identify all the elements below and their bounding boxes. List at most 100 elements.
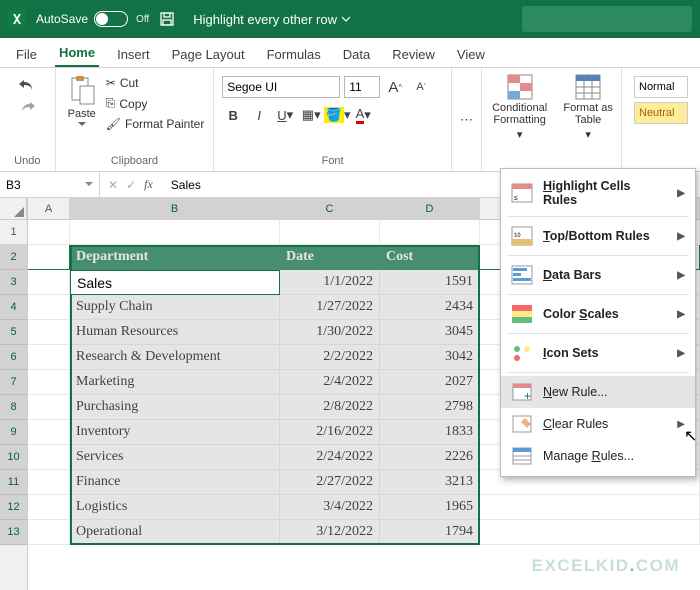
table-cell[interactable]: 2/27/2022 <box>280 470 380 495</box>
format-as-table-button[interactable]: Format as Table▾ <box>559 72 617 167</box>
table-cell[interactable]: 3045 <box>380 320 480 345</box>
row-header[interactable]: 13 <box>0 520 27 545</box>
row-header[interactable]: 4 <box>0 295 27 320</box>
search-box[interactable] <box>522 6 692 32</box>
bold-icon[interactable]: B <box>222 104 244 126</box>
menu-highlight-cells-rules[interactable]: ≤ HHighlight Cells Rulesighlight Cells R… <box>501 173 695 213</box>
table-cell[interactable]: 2/16/2022 <box>280 420 380 445</box>
svg-text:10: 10 <box>514 233 521 239</box>
decrease-font-icon[interactable]: Aˇ <box>410 76 432 98</box>
tab-file[interactable]: File <box>12 41 41 67</box>
font-name-select[interactable] <box>222 76 340 98</box>
table-cell[interactable]: 1591 <box>380 270 480 295</box>
table-cell[interactable]: Supply Chain <box>70 295 280 320</box>
table-cell[interactable]: Finance <box>70 470 280 495</box>
cut-button[interactable]: ✂ Cut <box>106 74 205 92</box>
row-header[interactable]: 3 <box>0 270 27 295</box>
conditional-formatting-button[interactable]: Conditional Formatting▾ <box>486 72 553 167</box>
table-cell[interactable]: Research & Development <box>70 345 280 370</box>
formula-value[interactable]: Sales <box>171 178 201 192</box>
row-header[interactable]: 7 <box>0 370 27 395</box>
tab-page-layout[interactable]: Page Layout <box>168 41 249 67</box>
row-header[interactable]: 12 <box>0 495 27 520</box>
table-cell[interactable]: Marketing <box>70 370 280 395</box>
row-header[interactable]: 1 <box>0 220 27 245</box>
table-cell[interactable]: 3/4/2022 <box>280 495 380 520</box>
undo-icon[interactable] <box>17 78 37 94</box>
row-header[interactable]: 10 <box>0 445 27 470</box>
select-all-corner[interactable] <box>0 198 27 220</box>
table-cell[interactable]: Logistics <box>70 495 280 520</box>
table-cell[interactable]: 2/2/2022 <box>280 345 380 370</box>
table-cell[interactable]: 3/12/2022 <box>280 520 380 545</box>
table-cell[interactable]: 1833 <box>380 420 480 445</box>
table-cell[interactable]: 2798 <box>380 395 480 420</box>
style-normal[interactable]: Normal <box>634 76 688 98</box>
table-cell[interactable]: Inventory <box>70 420 280 445</box>
chevron-down-icon <box>85 182 93 188</box>
table-cell[interactable]: 2027 <box>380 370 480 395</box>
menu-top-bottom-rules[interactable]: 10 Top/Bottom Rules▶ <box>501 220 695 252</box>
italic-icon[interactable]: I <box>248 104 270 126</box>
menu-manage-rules[interactable]: Manage Rules... <box>501 440 695 472</box>
row-header[interactable]: 5 <box>0 320 27 345</box>
cancel-icon[interactable]: ✕ <box>108 178 118 192</box>
tab-home[interactable]: Home <box>55 39 99 67</box>
tab-view[interactable]: View <box>453 41 489 67</box>
tab-review[interactable]: Review <box>388 41 439 67</box>
save-icon[interactable] <box>159 11 175 27</box>
table-cell[interactable]: 2/4/2022 <box>280 370 380 395</box>
copy-button[interactable]: ⎘ Copy <box>106 94 205 113</box>
name-box[interactable]: B3 <box>0 172 100 197</box>
document-name[interactable]: Highlight every other row <box>193 12 351 27</box>
col-header[interactable]: D <box>380 198 480 219</box>
paste-button[interactable]: Paste <box>64 72 100 155</box>
table-cell[interactable]: 1/1/2022 <box>280 270 380 295</box>
underline-icon[interactable]: U▾ <box>274 104 296 126</box>
row-header[interactable]: 6 <box>0 345 27 370</box>
table-cell[interactable]: Human Resources <box>70 320 280 345</box>
dialog-launcher-icon[interactable]: ⋯ <box>460 109 473 131</box>
table-cell[interactable]: Operational <box>70 520 280 545</box>
format-painter-button[interactable]: 🖌 Format Painter <box>106 115 205 133</box>
table-cell[interactable]: 1/30/2022 <box>280 320 380 345</box>
increase-font-icon[interactable]: A^ <box>384 76 406 98</box>
row-header[interactable]: 11 <box>0 470 27 495</box>
col-header[interactable]: A <box>28 198 70 219</box>
table-cell[interactable]: 1/27/2022 <box>280 295 380 320</box>
style-neutral[interactable]: Neutral <box>634 102 688 124</box>
redo-icon[interactable] <box>17 100 37 116</box>
row-header[interactable]: 9 <box>0 420 27 445</box>
menu-icon-sets[interactable]: Icon Sets▶ <box>501 337 695 369</box>
tab-data[interactable]: Data <box>339 41 374 67</box>
table-cell[interactable]: Sales <box>70 270 280 295</box>
row-header[interactable]: 8 <box>0 395 27 420</box>
enter-icon[interactable]: ✓ <box>126 178 136 192</box>
autosave-toggle[interactable]: AutoSave Off <box>36 11 149 27</box>
menu-data-bars[interactable]: Data Bars▶ <box>501 259 695 291</box>
table-cell[interactable]: Purchasing <box>70 395 280 420</box>
menu-clear-rules[interactable]: Clear Rules▶ <box>501 408 695 440</box>
col-header[interactable]: C <box>280 198 380 219</box>
table-cell[interactable]: 1965 <box>380 495 480 520</box>
title-bar: AutoSave Off Highlight every other row <box>0 0 700 38</box>
table-cell[interactable]: 2/24/2022 <box>280 445 380 470</box>
table-cell[interactable]: 3213 <box>380 470 480 495</box>
font-color-icon[interactable]: A▾ <box>352 104 374 126</box>
table-cell[interactable]: Services <box>70 445 280 470</box>
border-icon[interactable]: ▦▾ <box>300 104 322 126</box>
col-header[interactable]: B <box>70 198 280 219</box>
font-size-select[interactable] <box>344 76 380 98</box>
table-cell[interactable]: 2434 <box>380 295 480 320</box>
menu-color-scales[interactable]: Color Scales▶ <box>501 298 695 330</box>
table-cell[interactable]: 2/8/2022 <box>280 395 380 420</box>
tab-formulas[interactable]: Formulas <box>263 41 325 67</box>
table-cell[interactable]: 3042 <box>380 345 480 370</box>
tab-insert[interactable]: Insert <box>113 41 154 67</box>
menu-new-rule[interactable]: + New Rule... <box>501 376 695 408</box>
table-cell[interactable]: 2226 <box>380 445 480 470</box>
row-header[interactable]: 2 <box>0 245 27 270</box>
fill-color-icon[interactable]: 🪣▾ <box>326 104 348 126</box>
fx-icon[interactable]: fx <box>144 177 153 192</box>
table-cell[interactable]: 1794 <box>380 520 480 545</box>
